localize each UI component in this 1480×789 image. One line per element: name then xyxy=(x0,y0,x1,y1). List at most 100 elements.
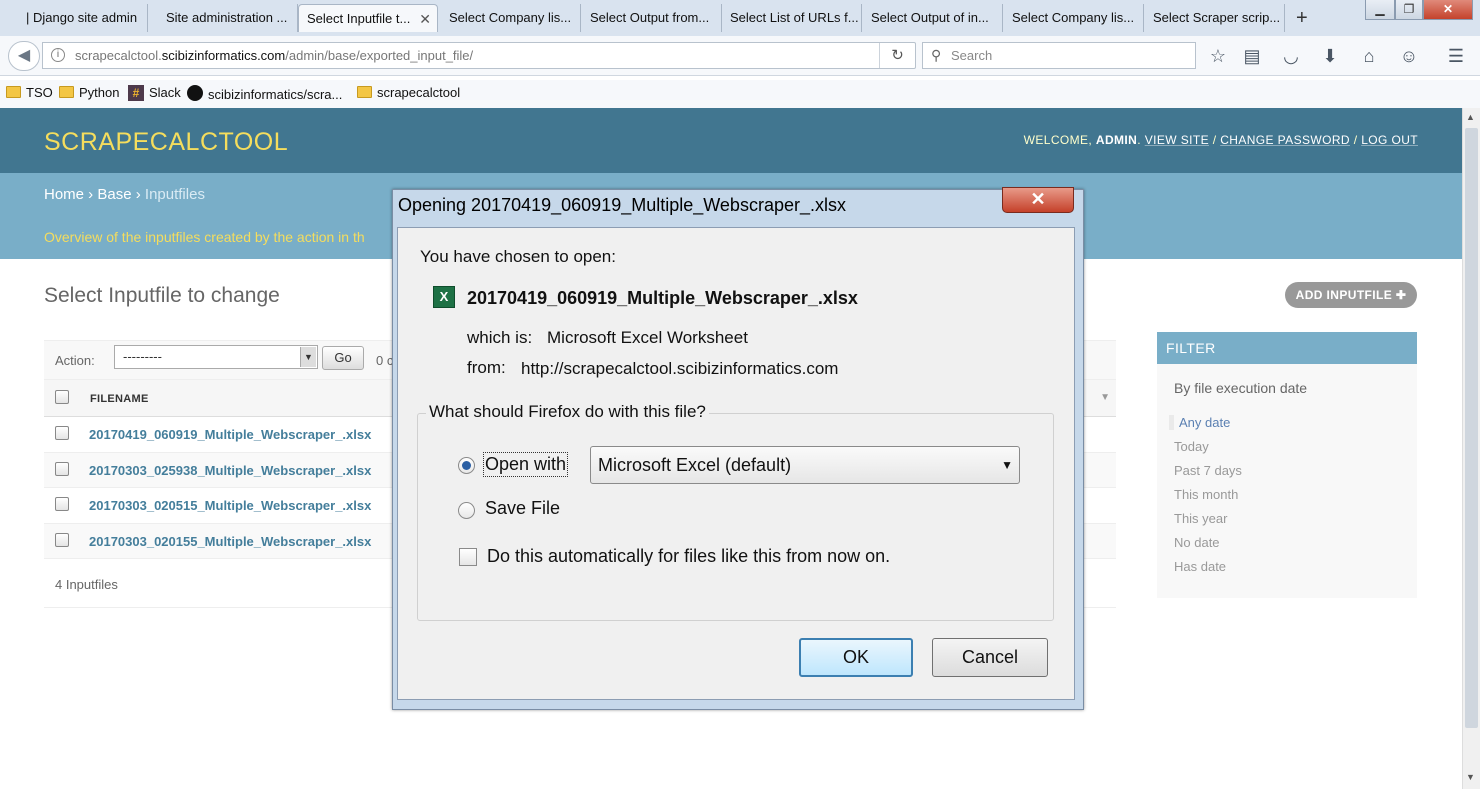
navigation-toolbar: ◀ i scrapecalctool.scibizinformatics.com… xyxy=(0,36,1480,76)
home-icon[interactable]: ⌂ xyxy=(1357,44,1381,68)
cancel-button[interactable]: Cancel xyxy=(932,638,1048,677)
welcome-text: WELCOME, xyxy=(1023,133,1096,147)
row-checkbox[interactable] xyxy=(55,532,69,547)
chevron-down-icon: ▼ xyxy=(1001,458,1013,472)
reading-list-icon[interactable]: ▤ xyxy=(1240,44,1264,68)
filter-title: FILTER xyxy=(1157,332,1417,364)
tab-bar: | Django site admin Site administration … xyxy=(0,0,1480,36)
reload-icon[interactable]: ↻ xyxy=(879,43,915,68)
site-brand[interactable]: SCRAPECALCTOOL xyxy=(44,128,288,157)
tab-label: Select List of URLs f... xyxy=(730,10,859,25)
breadcrumb-base[interactable]: Base xyxy=(97,186,131,203)
filename-link[interactable]: 20170303_020155_Multiple_Webscraper_.xls… xyxy=(89,534,371,549)
back-arrow-icon: ◀ xyxy=(17,47,31,64)
new-tab-button[interactable]: + xyxy=(1296,4,1308,32)
github-icon xyxy=(187,85,203,101)
menu-icon[interactable]: ☰ xyxy=(1444,44,1468,68)
scroll-down-icon[interactable]: ▼ xyxy=(1466,772,1475,782)
breadcrumb-home[interactable]: Home xyxy=(44,186,84,203)
save-file-label[interactable]: Save File xyxy=(485,498,560,519)
tab-select-company-list-2[interactable]: Select Company lis... xyxy=(1004,4,1144,32)
tab-site-administration[interactable]: Site administration ... xyxy=(158,4,298,32)
tab-label: Site administration ... xyxy=(166,10,288,25)
restore-button[interactable]: ❐ xyxy=(1395,0,1423,20)
tab-select-company-list[interactable]: Select Company lis... xyxy=(441,4,581,32)
from-label: from: xyxy=(467,358,506,377)
pocket-icon[interactable]: ◡ xyxy=(1279,44,1303,68)
ok-button[interactable]: OK xyxy=(799,638,913,677)
filter-option-past-7-days[interactable]: Past 7 days xyxy=(1174,463,1242,478)
filter-option-has-date[interactable]: Has date xyxy=(1174,559,1226,574)
add-inputfile-button[interactable]: ADD INPUTFILE ✚ xyxy=(1285,282,1417,308)
bookmark-scrapecalctool[interactable]: scrapecalctool xyxy=(357,85,460,100)
row-checkbox[interactable] xyxy=(55,497,69,511)
select-all-checkbox[interactable] xyxy=(55,390,69,404)
log-out-link[interactable]: LOG OUT xyxy=(1361,133,1418,147)
search-icon: ⚲ xyxy=(931,47,942,63)
username: ADMIN xyxy=(1095,133,1138,147)
search-input[interactable]: ⚲ Search xyxy=(922,42,1196,69)
bookmark-github[interactable]: scibizinformatics/scra... xyxy=(187,85,342,102)
filename-link[interactable]: 20170419_060919_Multiple_Webscraper_.xls… xyxy=(89,427,371,442)
back-button[interactable]: ◀ xyxy=(8,41,40,71)
tab-label: Select Inputfile t... xyxy=(307,11,411,26)
window-close-button[interactable]: ✕ xyxy=(1423,0,1473,20)
filter-option-any-date[interactable]: Any date xyxy=(1169,415,1230,430)
bookmark-slack[interactable]: # Slack xyxy=(128,85,181,101)
minimize-button[interactable]: ▁ xyxy=(1365,0,1395,20)
auto-action-checkbox[interactable] xyxy=(459,548,477,566)
filter-option-today[interactable]: Today xyxy=(1174,439,1209,454)
which-is-label: which is: xyxy=(467,328,533,347)
dialog-close-button[interactable]: ✕ xyxy=(1002,187,1074,213)
bookmark-star-icon[interactable]: ☆ xyxy=(1206,44,1230,68)
tab-select-output-of-in[interactable]: Select Output of in... xyxy=(863,4,1003,32)
search-placeholder: Search xyxy=(951,48,993,63)
page-title: Select Inputfile to change xyxy=(44,284,280,307)
scrollbar-thumb[interactable] xyxy=(1465,128,1478,728)
user-tools: WELCOME, ADMIN. VIEW SITE / CHANGE PASSW… xyxy=(1023,133,1418,147)
filter-option-this-month[interactable]: This month xyxy=(1174,487,1238,502)
filter-option-no-date[interactable]: No date xyxy=(1174,535,1220,550)
tab-close-icon[interactable]: ✕ xyxy=(419,5,431,32)
close-icon: ✕ xyxy=(1030,189,1046,209)
action-group: What should Firefox do with this file? O… xyxy=(417,402,1054,621)
page-scrollbar[interactable]: ▲ ▼ xyxy=(1462,108,1480,789)
save-file-radio[interactable] xyxy=(458,502,475,519)
filter-subtitle: By file execution date xyxy=(1174,380,1308,396)
open-with-label[interactable]: Open with xyxy=(482,452,569,477)
bookmark-python[interactable]: Python xyxy=(59,85,119,100)
tab-select-output-from[interactable]: Select Output from... xyxy=(582,4,722,32)
go-button[interactable]: Go xyxy=(322,346,364,370)
column-header-filename[interactable]: FILENAME xyxy=(90,393,149,405)
selected-count: 0 c xyxy=(376,353,394,368)
filter-option-this-year[interactable]: This year xyxy=(1174,511,1227,526)
auto-action-label[interactable]: Do this automatically for files like thi… xyxy=(487,546,890,567)
download-dialog: Opening 20170419_060919_Multiple_Webscra… xyxy=(392,187,1084,710)
application-select[interactable]: Microsoft Excel (default) ▼ xyxy=(590,446,1020,484)
tab-select-scraper-script[interactable]: Select Scraper scrip... xyxy=(1145,4,1285,32)
action-select[interactable]: --------- ▼ xyxy=(114,345,318,369)
row-checkbox[interactable] xyxy=(55,426,69,440)
change-password-link[interactable]: CHANGE PASSWORD xyxy=(1220,133,1350,147)
tab-select-list-of-urls[interactable]: Select List of URLs f... xyxy=(722,4,862,32)
tab-label: Select Company lis... xyxy=(449,10,572,25)
bookmark-tso[interactable]: TSO xyxy=(6,85,53,100)
tab-label: | Django site admin xyxy=(26,10,138,25)
filename-link[interactable]: 20170303_020515_Multiple_Webscraper_.xls… xyxy=(89,498,371,513)
filename-link[interactable]: 20170303_025938_Multiple_Webscraper_.xls… xyxy=(89,463,371,478)
row-checkbox[interactable] xyxy=(55,461,69,476)
downloads-icon[interactable]: ⬇ xyxy=(1318,44,1342,68)
view-site-link[interactable]: VIEW SITE xyxy=(1145,133,1209,147)
scroll-up-icon[interactable]: ▲ xyxy=(1466,112,1475,122)
site-info-icon[interactable]: i xyxy=(51,48,65,62)
sort-icon[interactable]: ▼ xyxy=(1100,392,1110,403)
folder-icon xyxy=(6,86,21,98)
chat-icon[interactable]: ☺ xyxy=(1397,44,1421,68)
tab-label: Select Output from... xyxy=(590,10,710,25)
url-bar[interactable]: i scrapecalctool.scibizinformatics.com/a… xyxy=(42,42,916,69)
chevron-down-icon: ▼ xyxy=(300,347,316,367)
tab-django-site-admin[interactable]: | Django site admin xyxy=(18,4,148,32)
tab-select-inputfile[interactable]: Select Inputfile t... ✕ xyxy=(298,4,438,32)
open-with-radio[interactable] xyxy=(458,457,475,474)
tab-label: Select Company lis... xyxy=(1012,10,1135,25)
